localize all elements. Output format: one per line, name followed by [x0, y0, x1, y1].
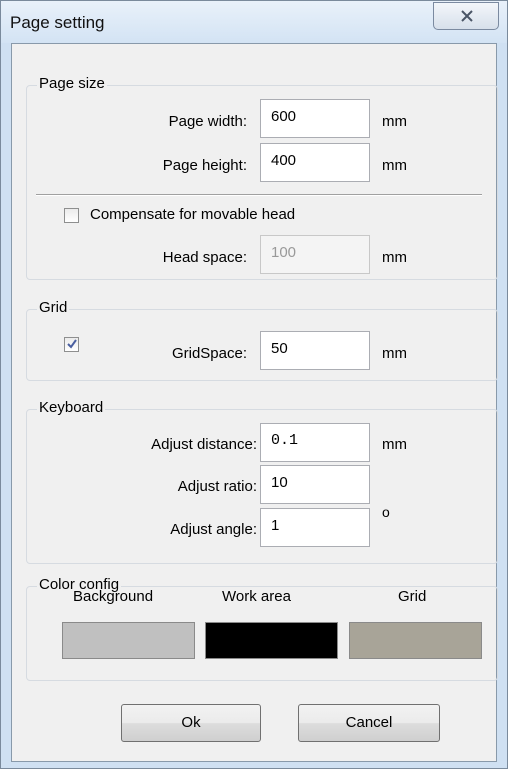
keyboard-legend: Keyboard [37, 399, 106, 416]
grid-enabled-checkbox[interactable] [64, 337, 79, 352]
head-space-unit: mm [382, 249, 407, 266]
background-color-swatch[interactable] [62, 622, 195, 659]
grid-space-unit: mm [382, 345, 407, 362]
head-space-label: Head space: [162, 249, 247, 266]
grid-color-label: Grid [398, 588, 427, 605]
grid-legend: Grid [37, 299, 70, 316]
page-size-separator [36, 194, 482, 196]
adjust-distance-unit: mm [382, 436, 407, 453]
adjust-ratio-input[interactable]: 10 [260, 465, 370, 504]
grid-space-label: GridSpace: [171, 345, 247, 362]
close-button[interactable] [433, 2, 499, 30]
head-space-input[interactable]: 100 [260, 235, 370, 274]
page-size-legend: Page size [37, 75, 107, 92]
adjust-angle-input[interactable]: 1 [260, 508, 370, 547]
ok-button[interactable]: Ok [121, 704, 261, 742]
work-area-color-label: Work area [222, 588, 291, 605]
cancel-button[interactable]: Cancel [298, 704, 440, 742]
adjust-angle-unit: o [382, 504, 390, 520]
page-height-label: Page height: [162, 157, 247, 174]
adjust-angle-label: Adjust angle: [170, 521, 257, 538]
grid-space-input[interactable]: 50 [260, 331, 370, 370]
page-width-label: Page width: [168, 113, 247, 130]
window-title: Page setting [10, 13, 105, 32]
title-bar[interactable]: Page setting [1, 1, 507, 43]
adjust-distance-input[interactable]: 0.1 [260, 423, 370, 462]
page-height-unit: mm [382, 157, 407, 174]
page-width-input[interactable]: 600 [260, 99, 370, 138]
close-icon [461, 10, 473, 22]
compensate-checkbox[interactable] [64, 208, 79, 223]
checkmark-icon [67, 339, 77, 349]
background-color-label: Background [73, 588, 154, 605]
page-height-input[interactable]: 400 [260, 143, 370, 182]
compensate-label: Compensate for movable head [90, 206, 296, 223]
adjust-ratio-label: Adjust ratio: [177, 478, 257, 495]
adjust-distance-label: Adjust distance: [151, 436, 257, 453]
page-width-unit: mm [382, 113, 407, 130]
grid-color-swatch[interactable] [349, 622, 482, 659]
work-area-color-swatch[interactable] [205, 622, 338, 659]
